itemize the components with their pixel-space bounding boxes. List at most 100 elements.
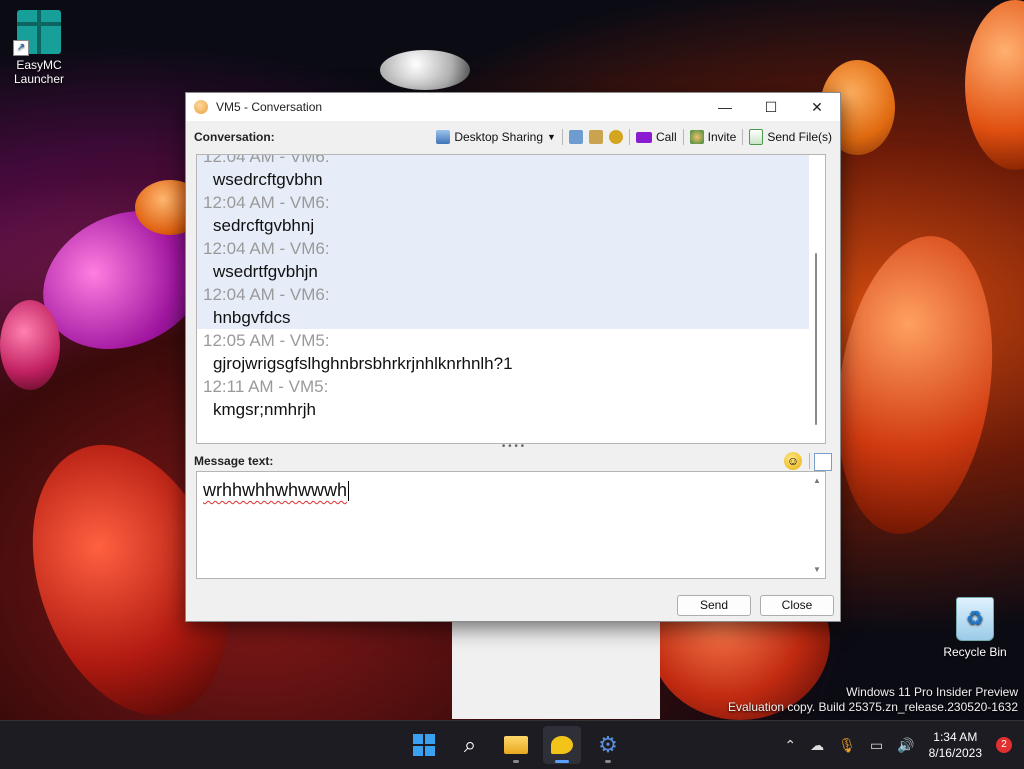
conversation-window: VM5 - Conversation — ☐ ✕ Conversation: D…: [185, 92, 841, 622]
message-header: 12:05 AM - VM5:: [203, 331, 330, 350]
conversation-history[interactable]: 12:04 AM - VM6: wsedrcftgvbhn 12:04 AM -…: [196, 154, 826, 444]
video-call-icon: [635, 131, 652, 143]
taskbar-settings[interactable]: ⚙: [589, 726, 627, 764]
call-button[interactable]: Call: [635, 130, 677, 144]
message-text-header: Message text: ☺: [186, 450, 840, 472]
running-indicator: [513, 760, 519, 763]
message-input-text[interactable]: wrhhwhhwhwwwh: [203, 480, 350, 502]
message-header: 12:04 AM - VM6:: [203, 154, 330, 166]
chevron-down-icon: ▼: [547, 132, 556, 142]
send-files-label: Send File(s): [767, 130, 832, 144]
message-text: kmgsr;nmhrjh: [213, 400, 316, 419]
clock[interactable]: 1:34 AM 8/16/2023: [929, 729, 982, 761]
running-indicator: [605, 760, 611, 763]
wallpaper-shape: [819, 226, 1011, 544]
watermark-line: Windows 11 Pro Insider Preview: [846, 685, 1018, 699]
text-format-icon[interactable]: [814, 453, 832, 471]
desktop-sharing-label: Desktop Sharing: [454, 130, 544, 144]
active-indicator: [555, 760, 569, 763]
window-titlebar[interactable]: VM5 - Conversation — ☐ ✕: [186, 93, 840, 121]
invite-button[interactable]: Invite: [689, 130, 737, 144]
invite-users-icon: [689, 130, 704, 144]
desktop-sharing-button[interactable]: Desktop Sharing ▼: [436, 130, 556, 144]
message-input[interactable]: wrhhwhhwhwwwh ▲ ▼: [196, 471, 826, 579]
message-item: 12:04 AM - VM6: wsedrcftgvbhn: [197, 154, 809, 191]
history-icon[interactable]: [568, 130, 583, 144]
scroll-down-icon[interactable]: ▼: [813, 565, 821, 574]
notification-badge[interactable]: 2: [996, 737, 1012, 753]
message-header: 12:04 AM - VM6:: [203, 285, 330, 304]
watermark-line: Evaluation copy. Build 25375.zn_release.…: [728, 700, 1018, 714]
contact-info-icon[interactable]: [588, 130, 603, 144]
taskbar-file-explorer[interactable]: [497, 726, 535, 764]
call-label: Call: [655, 130, 677, 144]
message-header: 12:04 AM - VM6:: [203, 239, 330, 258]
clock-date: 8/16/2023: [928, 746, 982, 760]
desktop-icon-label: Recycle Bin: [943, 645, 1007, 659]
shortcut-arrow-icon: ↗: [13, 40, 29, 56]
message-text: gjrojwrigsgfslhghnbrsbhrkrjnhlknrhnlh?1: [213, 354, 513, 373]
conversation-label: Conversation:: [194, 130, 275, 144]
chevron-up-icon[interactable]: ⌃: [784, 737, 796, 754]
network-icon[interactable]: ▭: [870, 737, 883, 754]
message-item: 12:11 AM - VM5: kmgsr;nmhrjh: [197, 375, 809, 421]
toolbar-separator: [628, 129, 630, 145]
message-item: 12:04 AM - VM6: sedrcftgvbhnj: [197, 191, 809, 237]
close-button[interactable]: Close: [760, 595, 834, 616]
search-icon: ⌕: [463, 732, 477, 757]
background-window-fragment: [452, 621, 660, 719]
input-scrollbar[interactable]: ▲ ▼: [809, 472, 825, 578]
desktop-icon-label: EasyMC: [16, 58, 62, 72]
toolbar-separator: [809, 453, 810, 469]
emoji-icon[interactable]: ☺: [784, 452, 802, 470]
cloud-offline-icon[interactable]: ☁: [810, 737, 824, 754]
desktop-icon-label: Launcher: [13, 72, 65, 86]
close-window-button[interactable]: ✕: [794, 93, 840, 121]
message-text-label: Message text:: [194, 454, 274, 468]
folder-icon: [504, 736, 528, 754]
start-button[interactable]: [405, 726, 443, 764]
scrollbar-thumb[interactable]: [815, 253, 817, 425]
message-list: 12:04 AM - VM6: wsedrcftgvbhn 12:04 AM -…: [197, 154, 809, 421]
send-file-icon: [749, 129, 764, 145]
message-text: hnbgvfdcs: [213, 308, 291, 327]
message-text: wsedrcftgvbhn: [213, 170, 323, 189]
message-header: 12:11 AM - VM5:: [203, 377, 329, 396]
taskbar: ⌕ ⚙ ⌃ ☁ 🎙 ▭ 🔊 1:34 AM 8/16/2023 2: [0, 720, 1024, 769]
send-button[interactable]: Send: [677, 595, 751, 616]
wallpaper-shape: [380, 50, 470, 90]
microphone-icon[interactable]: 🎙: [838, 737, 856, 754]
desktop-sharing-icon: [436, 130, 451, 144]
window-title: VM5 - Conversation: [216, 100, 323, 114]
conversation-scrollbar[interactable]: [809, 155, 825, 443]
maximize-button[interactable]: ☐: [748, 93, 794, 121]
conversation-toolbar: Conversation: Desktop Sharing ▼ Call Inv…: [186, 121, 840, 153]
volume-icon[interactable]: 🔊: [897, 737, 914, 754]
taskbar-messenger[interactable]: [543, 726, 581, 764]
message-header: 12:04 AM - VM6:: [203, 193, 330, 212]
os-watermark: Windows 11 Pro Insider Preview Evaluatio…: [728, 685, 1018, 715]
toolbar-separator: [561, 129, 563, 145]
settings-icon[interactable]: [608, 130, 623, 144]
message-text: wsedrtfgvbhjn: [213, 262, 318, 281]
toolbar-separator: [742, 129, 744, 145]
desktop-icon-easymc-launcher[interactable]: ↗ EasyMC Launcher: [4, 10, 74, 86]
send-files-button[interactable]: Send File(s): [749, 129, 832, 145]
gear-icon: ⚙: [598, 732, 618, 757]
toolbar-separator: [682, 129, 684, 145]
message-item: 12:05 AM - VM5: gjrojwrigsgfslhghnbrsbhr…: [197, 329, 809, 375]
wallpaper-shape: [0, 300, 60, 390]
system-tray: ⌃ ☁ 🎙 ▭ 🔊 1:34 AM 8/16/2023 2: [784, 721, 1012, 769]
scroll-up-icon[interactable]: ▲: [813, 476, 821, 485]
desktop-icon-recycle-bin[interactable]: ♻ Recycle Bin: [940, 597, 1010, 659]
windows-logo-icon: [413, 734, 435, 756]
chat-bubble-icon: [551, 736, 573, 754]
search-button[interactable]: ⌕: [451, 726, 489, 764]
recycle-bin-icon: ♻: [956, 597, 994, 641]
message-text: sedrcftgvbhnj: [213, 216, 315, 235]
gift-icon: ↗: [13, 10, 61, 56]
minimize-button[interactable]: —: [702, 93, 748, 121]
contact-icon: [194, 100, 208, 114]
invite-label: Invite: [707, 130, 737, 144]
clock-time: 1:34 AM: [933, 730, 978, 744]
